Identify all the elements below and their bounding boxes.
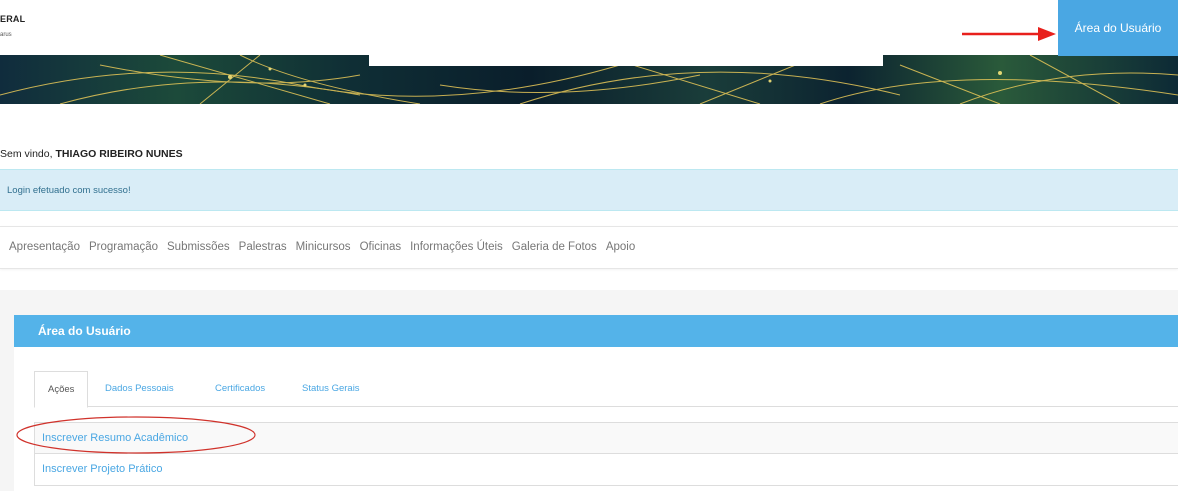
tab-dados-pessoais[interactable]: Dados Pessoais — [105, 371, 174, 407]
action-inscrever-projeto-pratico[interactable]: Inscrever Projeto Prático — [34, 454, 1178, 486]
nav-item-palestras[interactable]: Palestras — [239, 241, 287, 253]
tab-certificados[interactable]: Certificados — [215, 371, 265, 407]
nav-item-oficinas[interactable]: Oficinas — [360, 241, 402, 253]
panel-title: Área do Usuário — [38, 324, 131, 338]
panel-tabs: Ações Dados Pessoais Certificados Status… — [34, 371, 1178, 408]
logo-subtitle: arus — [0, 32, 12, 38]
nav-item-minicursos[interactable]: Minicursos — [296, 241, 351, 253]
nav-item-submissoes[interactable]: Submissões — [167, 241, 230, 253]
nav-item-galeria-de-fotos[interactable]: Galeria de Fotos — [512, 241, 597, 253]
nav-item-programacao[interactable]: Programação — [89, 241, 158, 253]
alert-message: Login efetuado com sucesso! — [7, 185, 131, 196]
welcome-prefix: Sem vindo, — [0, 148, 56, 160]
red-arrow-annotation — [962, 27, 1056, 41]
page: ERAL arus Área do Usuário Sem vindo, THI… — [0, 0, 1178, 491]
nav-item-informacoes-uteis[interactable]: Informações Úteis — [410, 241, 503, 253]
panel-heading: Área do Usuário — [14, 315, 1178, 347]
welcome-message: Sem vindo, THIAGO RIBEIRO NUNES — [0, 148, 183, 160]
user-name: THIAGO RIBEIRO NUNES — [55, 148, 183, 160]
user-area-button[interactable]: Área do Usuário — [1058, 0, 1178, 56]
search-area-notch — [369, 55, 883, 66]
tab-acoes[interactable]: Ações — [34, 371, 89, 408]
nav-item-apoio[interactable]: Apoio — [606, 241, 635, 253]
main-nav: Apresentação Programação Submissões Pale… — [0, 226, 1178, 269]
nav-item-apresentacao[interactable]: Apresentação — [9, 241, 80, 253]
logo-title: ERAL — [0, 14, 26, 24]
red-ellipse-annotation — [16, 416, 256, 454]
tab-status-gerais[interactable]: Status Gerais — [302, 371, 360, 407]
success-alert: Login efetuado com sucesso! — [0, 169, 1178, 211]
